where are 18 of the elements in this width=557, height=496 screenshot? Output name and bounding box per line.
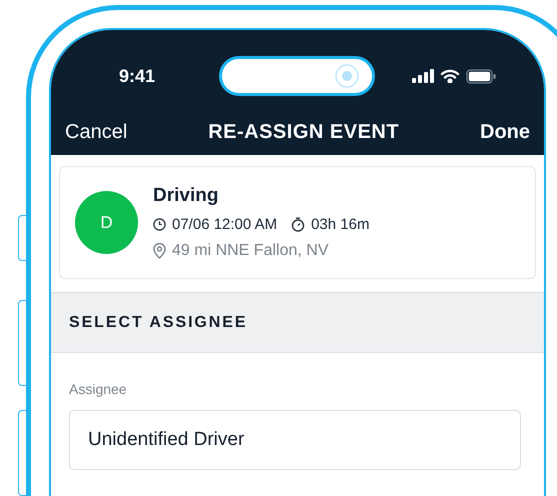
section-title: SELECT ASSIGNEE: [69, 312, 248, 332]
event-status: Driving: [153, 184, 220, 208]
signal-icon: [412, 69, 434, 83]
location-pin-icon: [153, 243, 166, 259]
stopwatch-icon: [291, 217, 306, 232]
assignee-field[interactable]: Unidentified Driver: [69, 410, 521, 470]
event-duration: 03h 16m: [311, 214, 370, 234]
clock-icon: [153, 218, 166, 232]
done-button[interactable]: Done: [480, 116, 530, 146]
camera-icon: [334, 63, 360, 89]
screen-title: RE-ASSIGN EVENT: [208, 120, 400, 144]
wifi-icon: [440, 69, 460, 83]
battery-icon: [466, 68, 496, 84]
field-label: Assignee: [69, 380, 128, 399]
event-location: 49 mi NNE Fallon, NV: [172, 241, 328, 261]
event-start: 07/06 12:00 AM: [172, 214, 278, 234]
cancel-button[interactable]: Cancel: [65, 116, 128, 146]
status-time: 9:41: [119, 64, 156, 88]
